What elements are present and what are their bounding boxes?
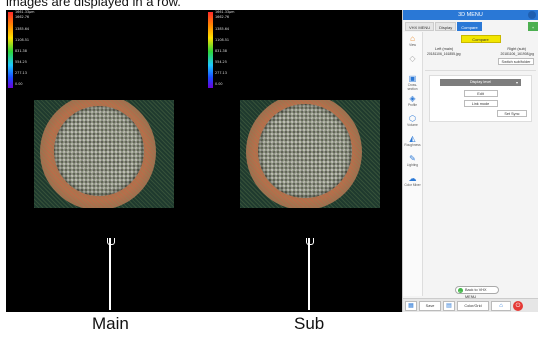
sub-specimen-image	[240, 100, 380, 208]
tab-display[interactable]: Display	[435, 22, 457, 31]
scale-label: 1108.51	[215, 38, 230, 42]
scale-label: 277.13	[15, 71, 27, 75]
scale-label: 1108.51	[15, 38, 30, 42]
right-label: Right (sub)	[507, 47, 526, 51]
link-mode-button[interactable]: Link mode	[463, 100, 498, 107]
sub-label: Sub	[294, 314, 325, 333]
display-group: Display level ▾ Edit Link mode Set Sync	[429, 75, 532, 122]
sidebar-item-roughness[interactable]: ◭ Roughness	[403, 132, 422, 152]
help-icon[interactable]	[528, 11, 536, 19]
sidebar-item-view[interactable]: ⌂ View	[403, 32, 422, 52]
scale-label: 1661.33μm	[215, 10, 235, 14]
compare-labels: Left (main) Right (sub)	[425, 47, 536, 51]
overlay-icon: ◇	[409, 54, 416, 63]
main-label: Main	[92, 314, 129, 333]
back-arrow-icon: ←	[458, 288, 463, 293]
back-to-vhx-menu-button[interactable]: ← Back to VHX MENU	[455, 286, 499, 299]
color-grid-button[interactable]: Color/Grid	[457, 300, 489, 311]
switch-button[interactable]: Switch sub/folder	[498, 58, 534, 65]
sub-callout-line	[306, 238, 314, 310]
save-icon[interactable]: ▦	[405, 300, 417, 311]
profile-icon: ◈	[409, 94, 416, 103]
panel-title: 3D MENU	[403, 10, 538, 20]
display-select[interactable]: Display level ▾	[440, 79, 521, 86]
panel-tabs: VHX MENU Display Compare +	[403, 22, 538, 31]
sidebar-item-lighting[interactable]: ✎ Lighting	[403, 152, 422, 172]
mixer-icon: ☁	[408, 174, 417, 183]
left-file[interactable]: 20181106_161855.jpg	[427, 52, 461, 56]
scale-label: 1385.64	[15, 27, 30, 31]
sidebar-item-overlay[interactable]: ◇	[403, 52, 422, 72]
roughness-icon: ◭	[409, 134, 416, 143]
scale-label: 831.38	[215, 49, 227, 53]
color-icon[interactable]: ▤	[443, 300, 455, 311]
scale-label: 1662.76	[15, 15, 30, 19]
scale-label: 1385.64	[215, 27, 230, 31]
height-scale-bar	[208, 12, 213, 88]
tab-compare[interactable]: Compare	[457, 22, 482, 31]
compare-files: 20181106_161855.jpg 20181106_161908.jpg	[425, 52, 536, 56]
main-specimen-image	[34, 100, 174, 208]
main-viewport[interactable]: 1661.33μm 1662.76 1385.64 1108.51 831.38…	[6, 10, 206, 312]
sidebar-item-volume[interactable]: ⬡ Volume	[403, 112, 422, 132]
caption-text: images are displayed in a row.	[6, 0, 181, 9]
main-callout-line	[107, 238, 115, 310]
right-file[interactable]: 20181106_161908.jpg	[500, 52, 534, 56]
scale-label: 831.38	[15, 49, 27, 53]
power-icon[interactable]: ⏻	[513, 300, 523, 311]
sidebar-item-color-mixer[interactable]: ☁ Color Mixer	[403, 172, 422, 192]
image-icon: ▣	[408, 74, 417, 83]
plus-badge[interactable]: +	[528, 22, 538, 31]
scale-label: 277.13	[215, 71, 227, 75]
volume-icon: ⬡	[409, 114, 416, 123]
scale-label: 554.25	[215, 60, 227, 64]
divider	[425, 70, 536, 71]
tool-sidebar: ⌂ View ◇ ▣ Cross-section ◈ Profile ⬡ Volume …	[403, 32, 423, 296]
scale-label: 0.00	[15, 82, 23, 86]
sidebar-item-cross-section[interactable]: ▣ Cross-section	[403, 72, 422, 92]
sub-viewport[interactable]: 1661.33μm 1662.76 1385.64 1108.51 831.38…	[206, 10, 402, 312]
scale-label: 554.25	[15, 60, 27, 64]
set-sync-button[interactable]: Set Sync	[497, 110, 527, 117]
home-icon[interactable]: ⌂	[491, 300, 511, 311]
sidebar-item-profile[interactable]: ◈ Profile	[403, 92, 422, 112]
left-label: Left (main)	[435, 47, 454, 51]
tab-vhx-menu[interactable]: VHX MENU	[405, 22, 435, 31]
scale-label: 0.00	[215, 82, 223, 86]
compare-button[interactable]: Compare	[460, 35, 501, 43]
chevron-down-icon: ▾	[515, 80, 518, 85]
home-icon: ⌂	[410, 34, 415, 43]
save-button[interactable]: Save	[419, 300, 441, 311]
edit-button[interactable]: Edit	[463, 90, 498, 97]
3d-menu-panel: 3D MENU VHX MENU Display Compare + ⌂ View…	[402, 10, 538, 312]
compare-content: Compare Left (main) Right (sub) 20181106…	[425, 32, 536, 122]
height-scale-bar	[8, 12, 13, 88]
scale-label: 1662.76	[215, 15, 230, 19]
bottom-toolbar: ▦ Save ▤ Color/Grid ⌂ ⏻	[403, 298, 538, 312]
scale-label: 1661.33μm	[15, 10, 35, 14]
lighting-icon: ✎	[409, 154, 416, 163]
